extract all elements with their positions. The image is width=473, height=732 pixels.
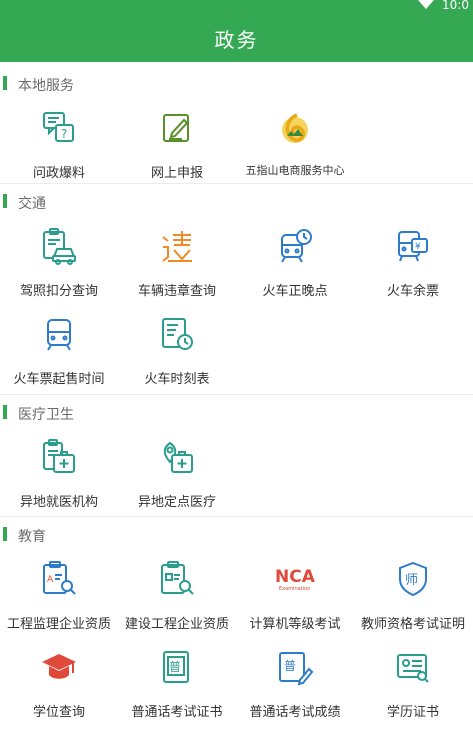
- edit-document-icon: [157, 108, 197, 148]
- section-header: 交通: [0, 184, 473, 214]
- section-marker: [3, 527, 7, 541]
- grid-item-mandarin-score[interactable]: 普 普通话考试成绩: [236, 635, 354, 723]
- diploma-icon: [393, 647, 433, 687]
- grid-item-engineering-supervision[interactable]: A 工程监理企业资质: [0, 547, 118, 635]
- page-title: 政务: [214, 27, 259, 52]
- wifi-icon: [418, 0, 434, 9]
- content-list: 本地服务 ? 问政爆料 网上申报 五指山电商服务中心 交通 驾照扣分查询 车辆违…: [0, 66, 473, 732]
- section-header: 医疗卫生: [0, 395, 473, 425]
- grid-item-train-timetable[interactable]: 火车时刻表: [118, 302, 236, 390]
- grid-item-diploma[interactable]: 学历证书: [354, 635, 472, 723]
- section-header: 本地服务: [0, 66, 473, 96]
- grid-item-label: 异地定点医疗: [137, 495, 216, 510]
- grid-item-remote-designated-medical[interactable]: 异地定点医疗: [118, 425, 236, 513]
- grid-item-label: 五指山电商服务中心: [245, 164, 345, 177]
- wuzhishan-logo-icon: [275, 108, 315, 148]
- grid-item-license-points[interactable]: 驾照扣分查询: [0, 214, 118, 302]
- section-header: 教育: [0, 517, 473, 547]
- construction-search-icon: [157, 559, 197, 599]
- chat-question-icon: ?: [39, 108, 79, 148]
- svg-text:NCA: NCA: [275, 567, 315, 587]
- page-title-bar: 政务: [0, 14, 473, 62]
- svg-text:A: A: [47, 575, 54, 585]
- section-education: 教育 A 工程监理企业资质 建设工程企业资质 NCA Examination 计…: [0, 517, 473, 732]
- driver-license-car-icon: [39, 226, 79, 266]
- medical-location-icon: [157, 437, 197, 477]
- section-marker: [3, 76, 7, 90]
- section-marker: [3, 405, 7, 419]
- section-local-services: 本地服务 ? 问政爆料 网上申报 五指山电商服务中心: [0, 66, 473, 184]
- grid-item-degree-query[interactable]: 学位查询: [0, 635, 118, 723]
- svg-text:Examination: Examination: [279, 586, 310, 592]
- svg-text:普: 普: [284, 659, 296, 673]
- train-icon: [39, 314, 79, 354]
- medical-kit-clipboard-icon: [39, 437, 79, 477]
- status-bar: 10:0: [0, 0, 473, 14]
- grid-item-wuzhishan[interactable]: 五指山电商服务中心: [236, 96, 354, 184]
- grid-item-train-tickets[interactable]: ¥ 火车余票: [354, 214, 472, 302]
- grid-item-remote-medical-institution[interactable]: 异地就医机构: [0, 425, 118, 513]
- mandarin-score-icon: 普: [275, 647, 315, 687]
- svg-text:师: 师: [405, 573, 418, 588]
- graduation-cap-icon: [39, 647, 79, 687]
- train-timetable-icon: [157, 314, 197, 354]
- grid-item-wenzheng[interactable]: ? 问政爆料: [0, 96, 118, 184]
- nca-exam-icon: NCA Examination: [275, 559, 315, 599]
- section-title: 交通: [18, 196, 46, 212]
- status-time: 10:0: [442, 0, 469, 12]
- grid-item-ticket-sale-time[interactable]: 火车票起售时间: [0, 302, 118, 390]
- section-title: 本地服务: [18, 78, 74, 94]
- grid-item-label: 火车余票: [386, 284, 439, 299]
- grid-item-label: 教师资格考试证明: [360, 617, 465, 632]
- engineering-search-icon: A: [39, 559, 79, 599]
- train-clock-icon: [275, 226, 315, 266]
- grid-item-online-declare[interactable]: 网上申报: [118, 96, 236, 184]
- svg-text:?: ?: [61, 127, 67, 141]
- teacher-shield-icon: 师: [393, 559, 433, 599]
- section-title: 教育: [18, 529, 46, 545]
- grid-item-construction-qualification[interactable]: 建设工程企业资质: [118, 547, 236, 635]
- train-ticket-icon: ¥: [393, 226, 433, 266]
- mandarin-certificate-icon: 普: [157, 647, 197, 687]
- section-marker: [3, 194, 7, 208]
- section-medical: 医疗卫生 异地就医机构 异地定点医疗: [0, 395, 473, 517]
- svg-text:普: 普: [169, 660, 181, 674]
- section-title: 医疗卫生: [18, 407, 74, 423]
- traffic-violation-icon: [157, 226, 197, 266]
- grid-item-label: 学历证书: [386, 705, 439, 720]
- svg-text:¥: ¥: [415, 242, 421, 252]
- grid-item-train-delay[interactable]: 火车正晚点: [236, 214, 354, 302]
- grid-item-mandarin-certificate[interactable]: 普 普通话考试证书: [118, 635, 236, 723]
- grid-item-label: 火车时刻表: [144, 372, 210, 387]
- grid-item-computer-exam[interactable]: NCA Examination 计算机等级考试: [236, 547, 354, 635]
- section-traffic: 交通 驾照扣分查询 车辆违章查询 火车正晚点 ¥ 火车余票 火车票起售时间 火车…: [0, 184, 473, 395]
- grid-item-violation[interactable]: 车辆违章查询: [118, 214, 236, 302]
- grid-item-teacher-cert[interactable]: 师 教师资格考试证明: [354, 547, 472, 635]
